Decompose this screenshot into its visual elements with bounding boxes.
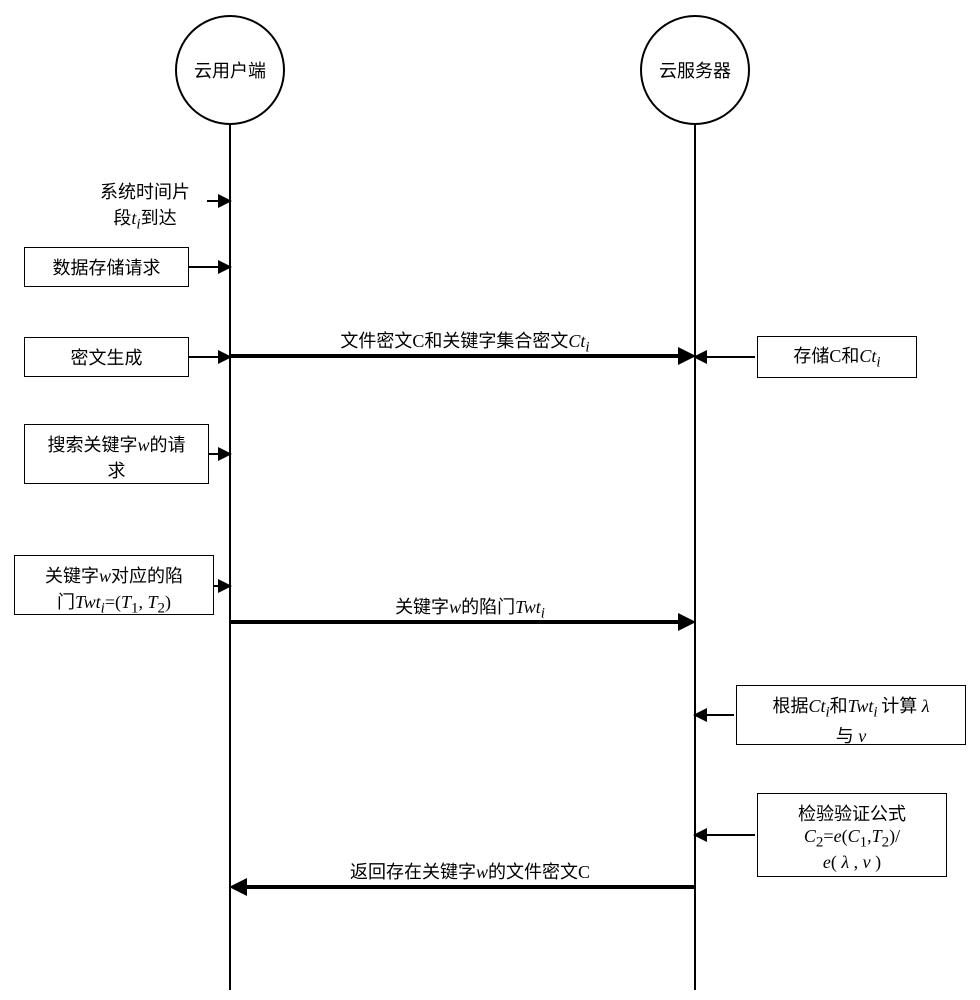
arrowhead-search-req [218,447,232,461]
msg1-arrowhead [678,347,696,365]
msg2-arrowhead [678,613,696,631]
sub: 1 [131,601,139,617]
trapdoor-l2: 门Twti=(T1, T2) [25,588,203,618]
sub: 1 [860,835,868,851]
actor-client: 云用户端 [175,15,285,125]
msg3-arrow [242,885,694,889]
msg3-arrowhead [229,878,247,896]
txt: ( [831,852,842,872]
calc-l1: 根据Cti和Twti 计算 λ [747,692,955,722]
txt: 返回存在关键字 [350,862,476,882]
timeslice-l2: 段ti到达 [80,204,210,234]
search-l2: 求 [35,457,198,483]
arrowhead-cipher-gen [218,350,232,364]
txt: ) [871,852,882,872]
lifeline-server [694,125,696,990]
var: C [848,826,860,846]
box-trapdoor: 关键字w对应的陷 门Twti=(T1, T2) [14,555,214,615]
sub: i [876,355,880,371]
txt: 计算 [881,696,917,716]
box-calc: 根据Cti和Twti 计算 λ 与 ν [736,685,966,745]
var: ν [863,852,871,872]
timeslice-l1: 系统时间片 [80,178,210,204]
arrowhead-verify [693,828,707,842]
var: Twt [515,597,541,617]
var: T [872,826,882,846]
sub: 2 [158,601,166,617]
verify-l1: 检验验证公式 [768,800,936,826]
box-search-req: 搜索关键字w的请 求 [24,424,209,484]
calc-l2: 与 ν [747,722,955,748]
lifeline-client [229,125,231,990]
actor-server-label: 云服务器 [659,57,731,83]
txt: 存储C和 [793,346,859,366]
arrowhead-store-req [218,260,232,274]
txt: 的文件密文C [488,862,590,882]
txt: = [823,826,833,846]
var: λ [841,852,849,872]
var: Ct [808,696,825,716]
msg2-arrow [231,620,683,624]
var: ν [858,726,866,746]
var: C [804,826,816,846]
txt: 段 [113,208,131,228]
label: 数据存储请求 [53,254,161,280]
var: T [121,592,131,612]
txt: )/ [889,826,900,846]
var: Twt [75,592,101,612]
var: Ct [859,346,876,366]
var: w [99,566,111,586]
label: 密文生成 [71,344,143,370]
verify-l2: C2=e(C1,T2)/ [768,826,936,852]
var: w [476,862,488,882]
txt: ) [165,592,171,612]
actor-server: 云服务器 [640,15,750,125]
box-verify: 检验验证公式 C2=e(C1,T2)/ e( λ , ν ) [757,793,947,877]
search-l1: 搜索关键字w的请 [35,431,198,457]
arrowhead-timeslice [218,194,232,208]
txt: 关键字 [395,597,449,617]
txt: 文件密文C和关键字集合密文 [340,331,568,351]
box-store-cipher: 存储C和Cti [757,336,917,378]
actor-client-label: 云用户端 [194,57,266,83]
txt: 与 [836,726,854,746]
msg2-label: 关键字w的陷门Twti [360,593,580,623]
txt: 对应的陷 [111,566,183,586]
msg1-arrow [231,354,683,358]
var: e [834,826,842,846]
txt: 的陷门 [461,597,515,617]
txt: 门 [57,592,75,612]
trapdoor-l1: 关键字w对应的陷 [25,562,203,588]
box-cipher-gen: 密文生成 [24,337,189,377]
sub: 2 [882,835,890,851]
msg3-label: 返回存在关键字w的文件密文C [320,858,620,884]
txt: , [139,592,148,612]
var: Twt [848,696,874,716]
arrowhead-trapdoor [218,579,232,593]
txt: 的请 [150,435,186,455]
txt: 搜索关键字 [47,435,137,455]
var: w [137,435,149,455]
txt: , [849,852,863,872]
var: T [148,592,158,612]
verify-l3: e( λ , ν ) [768,852,936,873]
txt: 和 [830,696,848,716]
box-store-request: 数据存储请求 [24,247,189,287]
var: Ct [568,331,585,351]
txt: 关键字 [45,566,99,586]
store-label: 存储C和Cti [793,342,880,372]
txt: 根据 [772,696,808,716]
var: w [449,597,461,617]
timeslice-note: 系统时间片 段ti到达 [80,178,210,234]
var: λ [922,696,930,716]
var: e [823,852,831,872]
msg1-label: 文件密文C和关键字集合密文Cti [290,327,640,357]
txt: 到达 [141,208,177,228]
txt: =( [105,592,121,612]
arrowhead-calc [693,708,707,722]
